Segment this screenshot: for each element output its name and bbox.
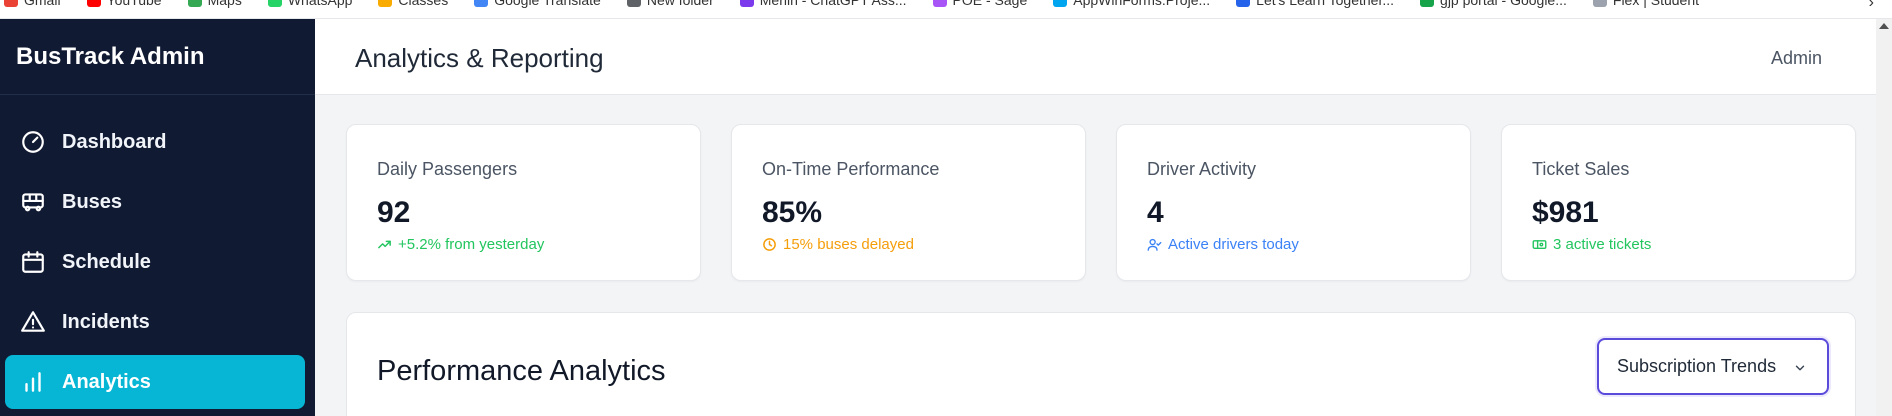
stat-card-on-time-performance: On-Time Performance 85% 15% buses delaye… [731,124,1086,281]
whatsapp-icon [267,0,282,7]
bookmark-merlin[interactable]: Merlin - ChatGPT Ass... [739,0,907,8]
sidebar-item-label: Analytics [62,370,151,393]
bookmark-flex-student[interactable]: Flex | Student [1592,0,1699,8]
windows-icon [1053,0,1068,7]
stat-subtext: 15% buses delayed [762,236,1085,253]
translate-icon [474,0,489,7]
stat-label: Daily Passengers [377,159,518,179]
chart-type-select[interactable]: Subscription Trends [1597,338,1829,395]
scroll-up-icon[interactable] [1879,23,1889,29]
bookmark-youtube[interactable]: YouTube [86,0,162,8]
stat-value: 85% [762,196,823,229]
bookmark-gjp-portal[interactable]: gjp portal - Google... [1420,0,1567,8]
bar-chart-icon [25,372,41,392]
sidebar-item-label: Schedule [62,250,151,273]
stat-card-daily-passengers: Daily Passengers 92 +5.2% from yesterday [346,124,701,281]
bookmark-poe[interactable]: POE - Sage [932,0,1027,8]
warning-icon [21,311,45,332]
bookmark-gmail[interactable]: Gmail [4,0,61,8]
bookmark-whatsapp[interactable]: WhatsApp [267,0,352,8]
teams-icon [1236,0,1251,7]
youtube-icon [86,0,101,7]
calendar-icon [22,251,44,273]
stat-subtext: +5.2% from yesterday [377,236,700,253]
chevron-down-icon [1795,365,1805,371]
stats-row: Daily Passengers 92 +5.2% from yesterday… [346,124,1856,281]
bookmark-google-translate[interactable]: Google Translate [474,0,601,8]
bus-icon [22,193,44,212]
sidebar-item-label: Dashboard [62,130,167,153]
sidebar: BusTrack Admin Dashboard Buses Schedule … [0,19,315,416]
stat-card-ticket-sales: Ticket Sales $981 3 active tickets [1501,124,1856,281]
user-check-icon [1147,238,1162,251]
bookmark-classes[interactable]: Classes [378,0,448,8]
folder-icon [626,0,641,7]
ticket-icon [1532,240,1547,249]
clock-icon [763,238,776,251]
sidebar-item-analytics[interactable]: Analytics [5,355,305,409]
bookmark-new-folder[interactable]: New folder [626,0,714,8]
brand-title: BusTrack Admin [0,19,315,95]
performance-analytics-panel: Performance Analytics Subscription Trend… [346,312,1856,416]
stat-subtext: Active drivers today [1147,236,1470,253]
page-header: Analytics & Reporting Admin [315,19,1892,416]
sidebar-item-label: Buses [62,190,123,213]
merlin-icon [739,0,754,7]
panel-title: Performance Analytics [377,355,666,387]
sidebar-item-schedule[interactable]: Schedule [5,235,305,289]
scrollbar[interactable] [1876,19,1892,416]
stat-value: 4 [1147,196,1164,229]
google-icon [1420,0,1435,7]
gauge-icon [22,131,44,153]
sidebar-item-dashboard[interactable]: Dashboard [5,115,305,169]
more-bookmarks-icon[interactable]: › [1869,0,1874,12]
trending-up-icon [378,240,391,249]
sidebar-nav: Dashboard Buses Schedule Incidents Analy… [0,95,315,409]
stat-label: Ticket Sales [1532,159,1630,179]
folder-icon [378,0,393,7]
stat-subtext: 3 active tickets [1532,236,1855,253]
bookmark-maps[interactable]: Maps [187,0,242,8]
user-menu[interactable]: Admin [1771,48,1822,69]
stat-label: Driver Activity [1147,159,1257,179]
sidebar-item-label: Incidents [62,310,150,333]
select-value: Subscription Trends [1617,356,1777,376]
stat-label: On-Time Performance [762,159,940,179]
stat-card-driver-activity: Driver Activity 4 Active drivers today [1116,124,1471,281]
sidebar-item-incidents[interactable]: Incidents [5,295,305,349]
poe-icon [932,0,947,7]
bookmark-lets-learn[interactable]: Let's Learn Together... [1236,0,1394,8]
flex-icon [1592,0,1607,7]
page-title: Analytics & Reporting [355,43,604,73]
maps-icon [187,0,202,7]
gmail-icon [4,0,18,7]
bookmark-appwinforms[interactable]: AppWinForms.Proje... [1053,0,1210,8]
sidebar-item-buses[interactable]: Buses [5,175,305,229]
stat-value: $981 [1532,196,1599,229]
stat-value: 92 [377,196,411,229]
bookmarks-bar: Gmail YouTube Maps WhatsApp Classes Goog… [0,0,1892,19]
